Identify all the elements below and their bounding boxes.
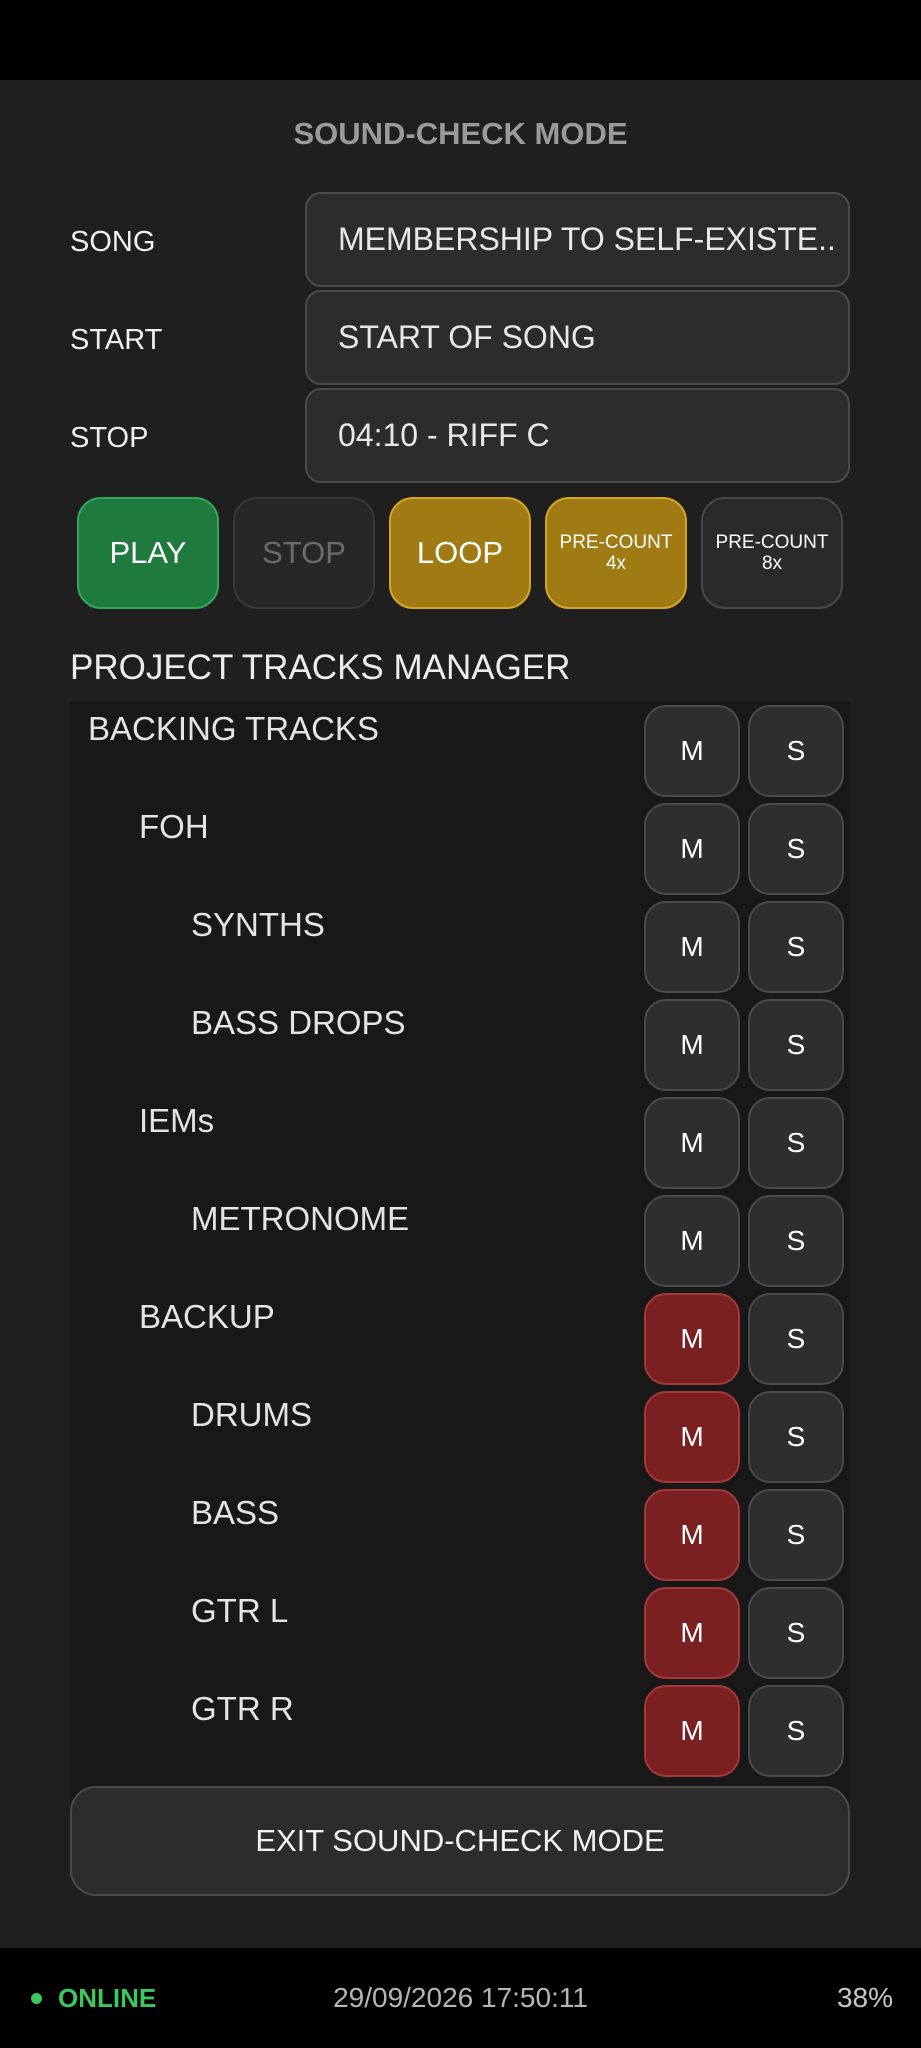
track-row: DRUMS M S — [70, 1388, 850, 1486]
solo-button[interactable]: S — [748, 803, 844, 895]
track-row: BACKUP M S — [70, 1290, 850, 1388]
play-button[interactable]: PLAY — [77, 497, 219, 609]
track-name: BACKUP — [139, 1298, 275, 1335]
track-row: METRONOME M S — [70, 1192, 850, 1290]
stop-button-label: STOP — [262, 535, 346, 570]
solo-button[interactable]: S — [748, 1097, 844, 1189]
solo-button[interactable]: S — [748, 901, 844, 993]
track-row: GTR R MS — [70, 1682, 850, 1780]
solo-button[interactable]: S — [748, 1391, 844, 1483]
tracks-list: BACKING TRACKS M S FOH M S SYNTHS M S BASS DROPS M… — [70, 702, 850, 1848]
track-name: GTR R — [191, 1690, 294, 1727]
mute-button[interactable]: M — [644, 1195, 740, 1287]
track-name: BASS DROPS — [191, 1004, 406, 1041]
solo-button[interactable]: S — [748, 1685, 844, 1777]
play-button-label: PLAY — [109, 535, 187, 570]
precount-8x-line2: 8x — [761, 553, 783, 574]
start-label: START — [70, 324, 163, 356]
stop-button[interactable]: STOP — [233, 497, 375, 609]
mute-button[interactable]: M — [644, 1097, 740, 1189]
track-name: BASS — [191, 1494, 280, 1531]
mute-button[interactable]: M — [644, 803, 740, 895]
precount-4x-line1: PRE-COUNT — [559, 532, 673, 553]
precount-4x-line2: 4x — [605, 553, 627, 574]
sound-check-screen: SOUND-CHECK MODE SONG MEMBERSHIP TO SELF… — [0, 80, 921, 1948]
solo-button[interactable]: S — [748, 1587, 844, 1679]
mute-button[interactable]: M — [644, 999, 740, 1091]
track-row: SYNTHS M S — [70, 898, 850, 996]
mute-button[interactable]: M — [644, 1489, 740, 1581]
precount-4x-label: PRE-COUNT 4x — [560, 532, 673, 574]
mute-button[interactable]: M — [644, 705, 740, 797]
solo-button[interactable]: S — [748, 705, 844, 797]
track-name: BACKING TRACKS — [88, 710, 379, 747]
battery-level: 38% — [836, 1982, 893, 2013]
status-bar: ONLINE 29/09/2026 17:50:11 38% — [0, 1948, 921, 2048]
precount-8x-line1: PRE-COUNT — [715, 532, 829, 553]
mute-button[interactable]: M — [644, 1685, 740, 1777]
track-row: BASS DROPS M S — [70, 996, 850, 1094]
mute-button[interactable]: M — [644, 1587, 740, 1679]
precount-8x-button[interactable]: PRE-COUNT 8x — [701, 497, 843, 609]
precount-4x-button[interactable]: PRE-COUNT 4x — [545, 497, 687, 609]
tracks-manager-title: PROJECT TRACKS MANAGER — [70, 648, 571, 687]
track-name: FOH — [139, 808, 209, 845]
song-selector[interactable]: MEMBERSHIP TO SELF-EXISTE.. — [305, 192, 850, 287]
track-row: GTR L MS — [70, 1584, 850, 1682]
track-row: BASS M S — [70, 1486, 850, 1584]
datetime: 29/09/2026 17:50:11 — [333, 1982, 588, 2013]
track-name: SYNTHS — [191, 906, 325, 943]
mute-button[interactable]: M — [644, 1293, 740, 1385]
solo-button[interactable]: S — [748, 1195, 844, 1287]
start-selector[interactable]: START OF SONG — [305, 290, 850, 385]
track-row: FOH M S — [70, 800, 850, 898]
mute-button[interactable]: M — [644, 901, 740, 993]
track-name: METRONOME — [191, 1200, 410, 1237]
track-name: IEMs — [139, 1102, 215, 1139]
track-row: IEMs M S — [70, 1094, 850, 1192]
solo-button[interactable]: S — [748, 1293, 844, 1385]
page-title: SOUND-CHECK MODE — [293, 116, 628, 151]
solo-button[interactable]: S — [748, 1489, 844, 1581]
solo-button[interactable]: S — [748, 999, 844, 1091]
song-label: SONG — [70, 226, 156, 258]
stop-selector[interactable]: 04:10 - RIFF C — [305, 388, 850, 483]
precount-8x-label: PRE-COUNT 8x — [716, 532, 829, 574]
top-bar — [0, 0, 921, 80]
stop-label: STOP — [70, 422, 149, 454]
loop-button[interactable]: LOOP — [389, 497, 531, 609]
track-name: GTR L — [191, 1592, 289, 1629]
exit-sound-check-button[interactable]: EXIT SOUND-CHECK MODE — [70, 1786, 850, 1896]
track-row: BACKING TRACKS M S — [70, 702, 850, 800]
loop-button-label: LOOP — [416, 535, 504, 570]
exit-sound-check-label: EXIT SOUND-CHECK MODE — [255, 1823, 665, 1858]
track-name: DRUMS — [191, 1396, 312, 1433]
mute-button[interactable]: M — [644, 1391, 740, 1483]
